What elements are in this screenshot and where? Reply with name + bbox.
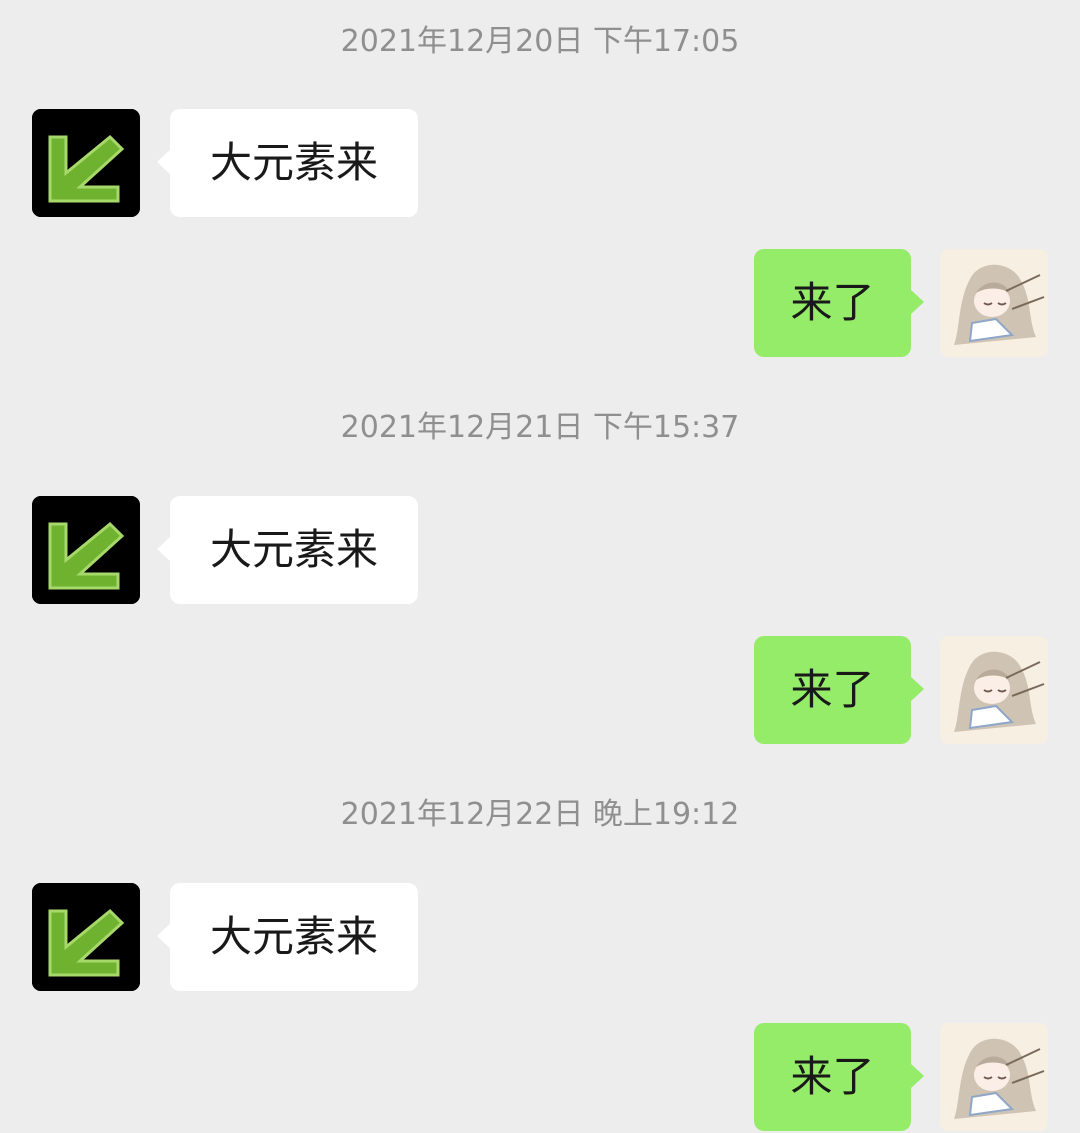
anime-girl-avatar-icon xyxy=(940,636,1048,744)
green-arrow-avatar-icon xyxy=(32,109,140,217)
incoming-message-row: 大元素来 xyxy=(0,109,1080,217)
outgoing-message-row: 来了 xyxy=(0,636,1080,744)
incoming-message-bubble[interactable]: 大元素来 xyxy=(157,883,418,991)
outgoing-message-row: 来了 xyxy=(0,1023,1080,1131)
my-avatar[interactable] xyxy=(940,636,1048,744)
outgoing-message-bubble[interactable]: 来了 xyxy=(754,1023,924,1131)
incoming-message-bubble[interactable]: 大元素来 xyxy=(157,109,418,217)
my-avatar[interactable] xyxy=(940,249,1048,357)
timestamp: 2021年12月21日 下午15:37 xyxy=(340,410,740,445)
chat-message-list[interactable]: 2021年12月20日 下午17:05 大元素来 来了 2021年12月21日 … xyxy=(0,0,1080,1133)
contact-avatar[interactable] xyxy=(32,109,140,217)
outgoing-message-row: 来了 xyxy=(0,249,1080,357)
my-avatar[interactable] xyxy=(940,1023,1048,1131)
incoming-message-bubble[interactable]: 大元素来 xyxy=(157,496,418,604)
anime-girl-avatar-icon xyxy=(940,1023,1048,1131)
incoming-message-row: 大元素来 xyxy=(0,883,1080,991)
timestamp: 2021年12月22日 晚上19:12 xyxy=(340,797,740,832)
outgoing-message-bubble[interactable]: 来了 xyxy=(754,636,924,744)
contact-avatar[interactable] xyxy=(32,883,140,991)
anime-girl-avatar-icon xyxy=(940,249,1048,357)
green-arrow-avatar-icon xyxy=(32,496,140,604)
green-arrow-avatar-icon xyxy=(32,883,140,991)
timestamp: 2021年12月20日 下午17:05 xyxy=(340,24,740,59)
contact-avatar[interactable] xyxy=(32,496,140,604)
outgoing-message-bubble[interactable]: 来了 xyxy=(754,249,924,357)
incoming-message-row: 大元素来 xyxy=(0,496,1080,604)
